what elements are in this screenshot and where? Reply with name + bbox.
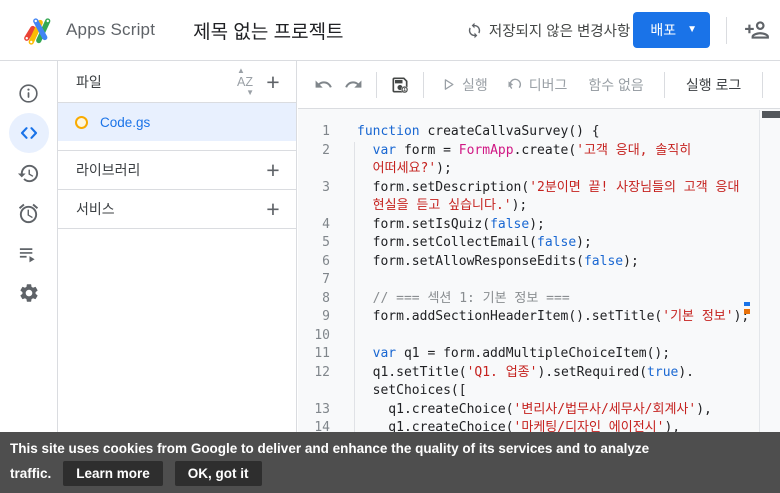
info-icon bbox=[17, 82, 40, 105]
files-panel: 파일 ▲AZ▼ + Code.gs 라이브러리 + 서비스 + bbox=[58, 61, 297, 493]
toolbar-divider bbox=[762, 72, 763, 98]
undo-button[interactable] bbox=[308, 70, 338, 100]
nav-rail bbox=[0, 61, 58, 493]
files-panel-title: 파일 bbox=[76, 72, 102, 92]
code-row: 4 form.setIsQuiz(false); bbox=[298, 216, 780, 235]
services-label: 서비스 bbox=[76, 199, 115, 219]
sync-icon bbox=[466, 22, 483, 39]
gs-file-icon bbox=[75, 116, 88, 129]
code-row: 3 form.setDescription('2분이면 끝! 사장님들의 고객 … bbox=[298, 179, 780, 198]
cookie-message-line2: traffic. bbox=[10, 466, 51, 481]
file-item-code-gs[interactable]: Code.gs bbox=[58, 103, 296, 141]
cookie-banner: This site uses cookies from Google to de… bbox=[0, 432, 780, 493]
nav-triggers[interactable] bbox=[9, 193, 49, 233]
sort-caret-up-icon: ▲ bbox=[237, 66, 245, 75]
save-button[interactable] bbox=[385, 70, 415, 100]
gear-icon bbox=[18, 282, 40, 304]
overview-ruler-mark bbox=[744, 309, 750, 314]
nav-settings[interactable] bbox=[9, 273, 49, 313]
code-row: 2 var form = FormApp.create('고객 응대, 솔직히 bbox=[298, 142, 780, 161]
share-button[interactable] bbox=[740, 13, 774, 47]
app-logo[interactable]: Apps Script bbox=[20, 12, 155, 48]
code-row: 8 // === 섹션 1: 기본 정보 === bbox=[298, 290, 780, 309]
code-scroll: 1function createCallvaSurvey() {2 var fo… bbox=[298, 110, 780, 438]
add-service-button[interactable]: + bbox=[258, 194, 288, 224]
code-row: 5 form.setCollectEmail(false); bbox=[298, 234, 780, 253]
editor-toolbar: 실행 디버그 함수 없음 실행 로그 bbox=[298, 61, 780, 109]
code-row: 13 q1.createChoice('변리사/법무사/세무사/회계사'), bbox=[298, 401, 780, 420]
deploy-button[interactable]: 배포 ▼ bbox=[633, 12, 710, 48]
execution-log-button[interactable]: 실행 로그 bbox=[686, 75, 741, 95]
run-button[interactable]: 실행 bbox=[441, 75, 488, 95]
nav-executions[interactable] bbox=[9, 233, 49, 273]
files-panel-header: 파일 ▲AZ▼ + bbox=[58, 61, 296, 103]
sort-az-button[interactable]: ▲AZ▼ bbox=[232, 72, 258, 92]
undo-icon bbox=[314, 75, 333, 94]
nav-editor[interactable] bbox=[9, 113, 49, 153]
chevron-down-icon: ▼ bbox=[687, 25, 697, 35]
add-file-button[interactable]: + bbox=[258, 67, 288, 97]
app-name: Apps Script bbox=[66, 20, 155, 40]
executions-icon bbox=[17, 242, 40, 265]
person-add-icon bbox=[744, 17, 770, 43]
code-row: 7 bbox=[298, 271, 780, 290]
history-icon bbox=[17, 162, 40, 185]
header-divider bbox=[726, 17, 727, 44]
run-icon bbox=[441, 77, 456, 92]
ok-got-it-button[interactable]: OK, got it bbox=[175, 461, 262, 486]
code-row: setChoices([ bbox=[298, 382, 780, 401]
alarm-icon bbox=[17, 202, 40, 225]
toolbar-divider bbox=[664, 72, 665, 98]
cookie-message-line1: This site uses cookies from Google to de… bbox=[10, 441, 770, 456]
code-row: 12 q1.setTitle('Q1. 업종').setRequired(tru… bbox=[298, 364, 780, 383]
learn-more-button[interactable]: Learn more bbox=[63, 461, 163, 486]
debug-button[interactable]: 디버그 bbox=[506, 75, 568, 95]
redo-button[interactable] bbox=[338, 70, 368, 100]
debug-icon bbox=[506, 76, 523, 93]
code-row: 어떠세요?'); bbox=[298, 160, 780, 179]
indent-guide bbox=[354, 142, 355, 438]
code-row: 11 var q1 = form.addMultipleChoiceItem()… bbox=[298, 345, 780, 364]
project-title[interactable]: 제목 없는 프로젝트 bbox=[193, 17, 343, 44]
code-rows: 1function createCallvaSurvey() {2 var fo… bbox=[298, 123, 780, 438]
toolbar-divider bbox=[376, 72, 377, 98]
app-header: Apps Script 제목 없는 프로젝트 저장되지 않은 변경사항 배포 ▼ bbox=[0, 0, 780, 61]
code-row: 6 form.setAllowResponseEdits(false); bbox=[298, 253, 780, 272]
file-name: Code.gs bbox=[100, 115, 150, 130]
save-status: 저장되지 않은 변경사항 bbox=[466, 20, 630, 41]
nav-project-history[interactable] bbox=[9, 153, 49, 193]
add-library-button[interactable]: + bbox=[258, 155, 288, 185]
code-icon bbox=[17, 121, 41, 145]
overview-ruler-mark bbox=[744, 302, 750, 306]
libraries-section: 라이브러리 + bbox=[58, 151, 296, 190]
services-section: 서비스 + bbox=[58, 190, 296, 229]
nav-overview[interactable] bbox=[9, 73, 49, 113]
apps-script-logo-icon bbox=[20, 12, 56, 48]
editor-region: 실행 디버그 함수 없음 실행 로그 1function createCallv… bbox=[298, 61, 780, 493]
save-icon bbox=[390, 75, 410, 95]
toolbar-divider bbox=[423, 72, 424, 98]
save-status-text: 저장되지 않은 변경사항 bbox=[489, 20, 630, 41]
code-row: 9 form.addSectionHeaderItem().setTitle('… bbox=[298, 308, 780, 327]
redo-icon bbox=[344, 75, 363, 94]
code-row: 1function createCallvaSurvey() { bbox=[298, 123, 780, 142]
code-row: 10 bbox=[298, 327, 780, 346]
function-selector[interactable]: 함수 없음 bbox=[588, 75, 643, 95]
code-row: 현실을 듣고 싶습니다.'); bbox=[298, 197, 780, 216]
scrollbar-thumb[interactable] bbox=[762, 111, 780, 118]
libraries-label: 라이브러리 bbox=[76, 160, 140, 180]
sort-caret-down-icon: ▼ bbox=[246, 88, 254, 97]
file-list-spacer bbox=[58, 141, 296, 151]
